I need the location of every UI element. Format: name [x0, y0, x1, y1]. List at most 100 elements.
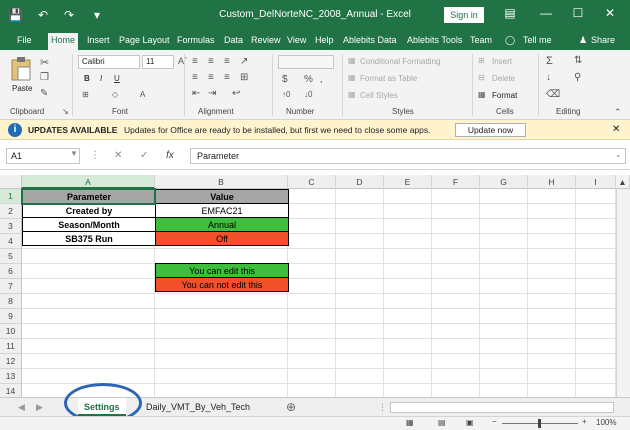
delete-cells-button[interactable]: Delete: [492, 74, 515, 83]
format-table-icon[interactable]: ▦: [348, 73, 356, 82]
tab-insert[interactable]: Insert: [84, 33, 113, 50]
decrease-indent-icon[interactable]: ⇤: [192, 88, 200, 99]
horizontal-scrollbar[interactable]: [390, 402, 614, 413]
format-painter-icon[interactable]: ✎: [40, 88, 48, 99]
row-header-7[interactable]: 7: [0, 279, 22, 294]
column-header-c[interactable]: C: [288, 175, 336, 189]
enter-icon[interactable]: ✓: [140, 150, 148, 161]
lightbulb-icon[interactable]: ◯: [502, 33, 518, 50]
update-now-button[interactable]: Update now: [455, 123, 526, 137]
tab-formulas[interactable]: Formulas: [174, 33, 218, 50]
row-header-9[interactable]: 9: [0, 309, 22, 324]
normal-view-icon[interactable]: ▦: [406, 418, 414, 427]
conditional-formatting-icon[interactable]: ▦: [348, 56, 356, 65]
increase-indent-icon[interactable]: ⇥: [208, 88, 216, 99]
format-cells-icon[interactable]: ▦: [478, 90, 486, 99]
sort-filter-icon[interactable]: ⇅: [574, 55, 582, 66]
row-header-4[interactable]: 4: [0, 234, 22, 249]
tell-me-input[interactable]: Tell me: [520, 33, 555, 50]
cell-b7[interactable]: You can not edit this: [155, 277, 289, 292]
number-format-select[interactable]: [278, 55, 334, 69]
column-header-i[interactable]: I: [576, 175, 616, 189]
next-sheet-icon[interactable]: ▶: [30, 398, 49, 416]
align-right-icon[interactable]: ≡: [224, 72, 230, 83]
italic-button[interactable]: I: [100, 74, 102, 83]
insert-cells-icon[interactable]: ⊞: [478, 56, 485, 65]
cell-b4[interactable]: Off: [155, 231, 289, 246]
tab-home[interactable]: Home: [48, 33, 79, 50]
page-break-view-icon[interactable]: ▣: [466, 418, 474, 427]
align-bottom-icon[interactable]: ≡: [224, 56, 230, 67]
orientation-icon[interactable]: ↗: [240, 56, 248, 67]
cell-styles-icon[interactable]: ▦: [348, 90, 356, 99]
cell-b3[interactable]: Annual: [155, 217, 289, 232]
align-middle-icon[interactable]: ≡: [208, 56, 214, 67]
tab-team[interactable]: Team: [467, 33, 495, 50]
column-header-e[interactable]: E: [384, 175, 432, 189]
name-box[interactable]: A1: [6, 148, 80, 164]
sheet-tab-daily-vmt[interactable]: Daily_VMT_By_Veh_Tech: [140, 398, 256, 416]
row-header-6[interactable]: 6: [0, 264, 22, 279]
close-button[interactable]: ✕: [600, 6, 620, 20]
tab-view[interactable]: View: [284, 33, 309, 50]
scroll-up-icon[interactable]: ▲: [616, 175, 630, 189]
cancel-icon[interactable]: ✕: [114, 150, 122, 161]
sign-in-button[interactable]: Sign in: [444, 7, 484, 23]
row-header-14[interactable]: 14: [0, 384, 22, 397]
delete-cells-icon[interactable]: ⊟: [478, 73, 485, 82]
clear-icon[interactable]: ⌫: [546, 89, 560, 100]
column-header-h[interactable]: H: [528, 175, 576, 189]
zoom-level[interactable]: 100%: [596, 418, 616, 427]
font-name-select[interactable]: Calibri: [78, 55, 140, 69]
expand-formula-icon[interactable]: ⌄: [615, 150, 622, 159]
cell-styles-button[interactable]: Cell Styles: [360, 91, 398, 100]
comma-style-icon[interactable]: ‚: [320, 74, 322, 85]
column-header-a[interactable]: A: [22, 175, 155, 189]
zoom-in-icon[interactable]: +: [582, 417, 587, 426]
restore-button[interactable]: ☐: [568, 6, 588, 20]
fill-icon[interactable]: ↓: [546, 72, 551, 83]
row-header-5[interactable]: 5: [0, 249, 22, 264]
align-left-icon[interactable]: ≡: [192, 72, 198, 83]
row-header-12[interactable]: 12: [0, 354, 22, 369]
cell-a2[interactable]: Created by: [22, 203, 156, 218]
underline-button[interactable]: U: [114, 74, 120, 83]
minimize-button[interactable]: —: [536, 6, 556, 20]
vertical-scrollbar[interactable]: [616, 189, 630, 397]
clipboard-launcher-icon[interactable]: ↘: [62, 107, 69, 116]
add-sheet-icon[interactable]: ⊕: [280, 398, 302, 416]
cell-b1[interactable]: Value: [155, 189, 289, 204]
borders-icon[interactable]: ⊞: [82, 90, 89, 99]
page-layout-view-icon[interactable]: ▤: [438, 418, 446, 427]
column-header-f[interactable]: F: [432, 175, 480, 189]
column-header-b[interactable]: B: [155, 175, 288, 189]
column-header-g[interactable]: G: [480, 175, 528, 189]
tab-help[interactable]: Help: [312, 33, 337, 50]
increase-font-icon[interactable]: Aˆ: [178, 56, 187, 66]
worksheet-grid[interactable]: A B C D E F G H I ▲ 1 2 3 4 5 6 7 8 9 10…: [0, 175, 630, 397]
cut-icon[interactable]: ✂: [40, 56, 49, 69]
bold-button[interactable]: B: [84, 74, 90, 83]
row-header-3[interactable]: 3: [0, 219, 22, 234]
paste-button[interactable]: Paste: [12, 84, 32, 93]
format-cells-button[interactable]: Format: [492, 91, 517, 100]
cell-b2[interactable]: EMFAC21: [155, 203, 289, 218]
prev-sheet-icon[interactable]: ◀: [12, 398, 31, 416]
share-button[interactable]: Share: [588, 33, 618, 50]
currency-button[interactable]: $: [282, 74, 288, 85]
select-all-corner[interactable]: [0, 175, 22, 189]
insert-function-icon[interactable]: fx: [166, 150, 174, 161]
row-header-1[interactable]: 1: [0, 189, 22, 204]
tab-review[interactable]: Review: [248, 33, 284, 50]
font-color-icon[interactable]: A: [140, 90, 145, 99]
tab-data[interactable]: Data: [221, 33, 246, 50]
ribbon-display-icon[interactable]: ▤: [500, 6, 520, 20]
zoom-slider-thumb[interactable]: [538, 419, 541, 428]
column-header-d[interactable]: D: [336, 175, 384, 189]
collapse-ribbon-icon[interactable]: ⌃: [614, 107, 622, 118]
cell-b6[interactable]: You can edit this: [155, 263, 289, 278]
autosum-icon[interactable]: Σ: [546, 55, 553, 67]
row-header-13[interactable]: 13: [0, 369, 22, 384]
row-header-2[interactable]: 2: [0, 204, 22, 219]
align-center-icon[interactable]: ≡: [208, 72, 214, 83]
